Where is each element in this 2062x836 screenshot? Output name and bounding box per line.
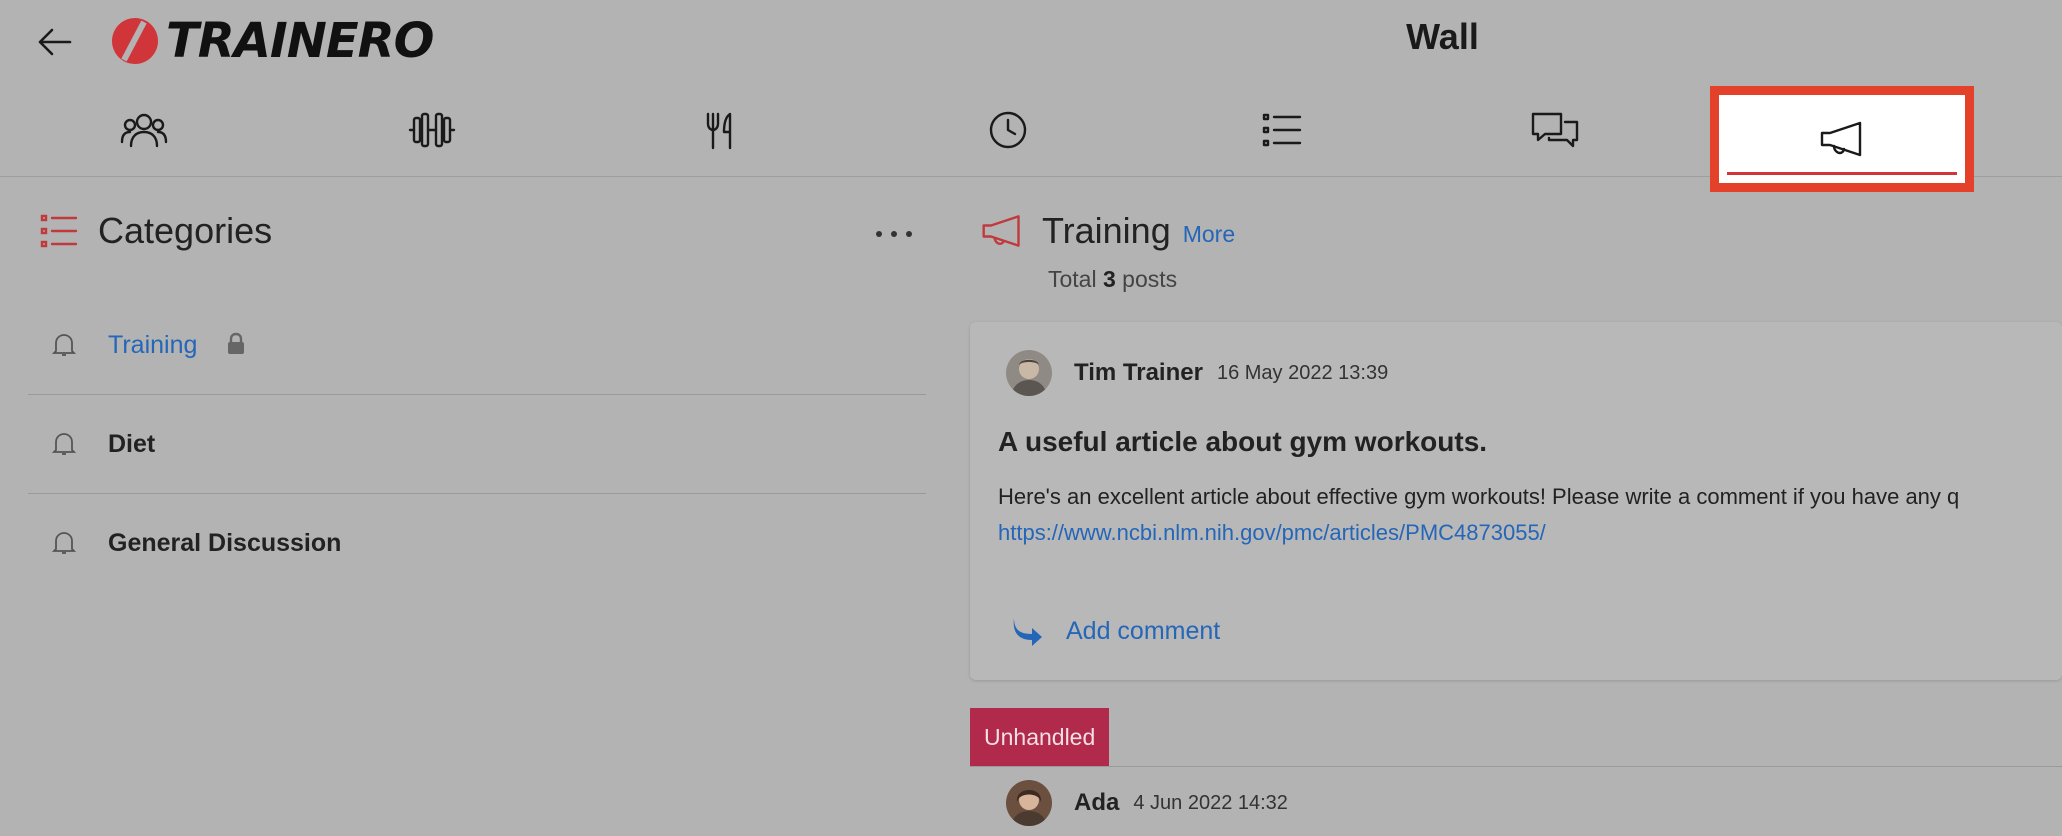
category-label: Training [108,330,198,359]
avatar [1006,780,1052,826]
dot-icon [906,231,912,237]
divider [970,766,2062,767]
bell-icon [52,532,76,554]
bell-icon [52,433,76,455]
list-icon [40,214,78,248]
page-title: Wall [1406,16,1479,57]
categories-list: Training Diet General Discussion [28,296,926,592]
add-comment-button[interactable]: Add comment [1010,616,1220,646]
post-count-value: 3 [1102,266,1116,292]
feed-header: Training More [980,210,1235,252]
post-count-suffix: posts [1122,266,1178,292]
avatar [1006,350,1052,396]
active-tab-indicator [1727,172,1957,175]
category-label: General Discussion [108,528,342,557]
dot-icon [891,231,897,237]
categories-header: Categories [40,210,272,252]
tab-bar [0,84,2062,192]
arrow-left-icon [38,28,72,56]
post-card: Tim Trainer 16 May 2022 13:39 A useful a… [970,322,2062,680]
status-badge: Unhandled [970,708,1110,766]
post-title: A useful article about gym workouts. [998,426,1488,457]
categories-more-button[interactable] [876,224,912,244]
post-author[interactable]: Tim Trainer [1074,359,1203,387]
post-body: Here's an excellent article about effect… [998,484,1960,509]
tab-workouts[interactable] [332,84,532,176]
clock-icon [989,111,1027,149]
feed-more-link[interactable]: More [1183,221,1235,248]
feed-title: Training [1042,210,1171,251]
dumbbell-icon [408,112,456,148]
fork-knife-icon [706,112,732,150]
category-item-training[interactable]: Training [28,296,926,395]
add-comment-label: Add comment [1066,616,1221,645]
tab-lists[interactable] [1182,84,1382,176]
reply-arrow-icon [1013,618,1042,646]
feed-pane: Training More Total 3 posts Tim Trainer … [970,176,2062,836]
post-date: 4 Jun 2022 14:32 [1133,791,1288,814]
logo-mark-icon [112,18,158,64]
tab-schedule[interactable] [908,84,1108,176]
trainero-logo: TRAINERO [110,12,434,70]
post-link[interactable]: https://www.ncbi.nlm.nih.gov/pmc/article… [998,520,1546,546]
tab-nutrition[interactable] [620,84,820,176]
tab-clients[interactable] [44,84,244,176]
post-author[interactable]: Ada [1074,789,1119,817]
bell-icon [52,334,76,356]
list-icon [1262,113,1302,147]
megaphone-icon [982,215,1020,247]
users-icon [120,113,168,148]
logo-text: TRAINERO [166,13,434,69]
post-header: Tim Trainer 16 May 2022 13:39 [1006,350,1388,396]
post-date: 16 May 2022 13:39 [1216,361,1389,384]
back-button[interactable] [32,22,76,62]
tab-chat[interactable] [1455,84,1655,176]
post-header: Ada 4 Jun 2022 14:32 [1006,780,1288,826]
post-count-prefix: Total [1048,266,1097,292]
category-label: Diet [108,429,156,458]
chat-bubbles-icon [1531,112,1579,148]
categories-pane: Categories Training Diet General Discuss… [0,176,960,836]
category-item-general-discussion[interactable]: General Discussion [28,494,926,592]
megaphone-icon [1820,121,1862,157]
category-item-diet[interactable]: Diet [28,395,926,494]
top-bar: TRAINERO Wall [0,0,2062,84]
categories-title: Categories [98,210,273,251]
post-count: Total 3 posts [1048,266,1177,293]
lock-icon [228,332,244,354]
dot-icon [876,231,882,237]
